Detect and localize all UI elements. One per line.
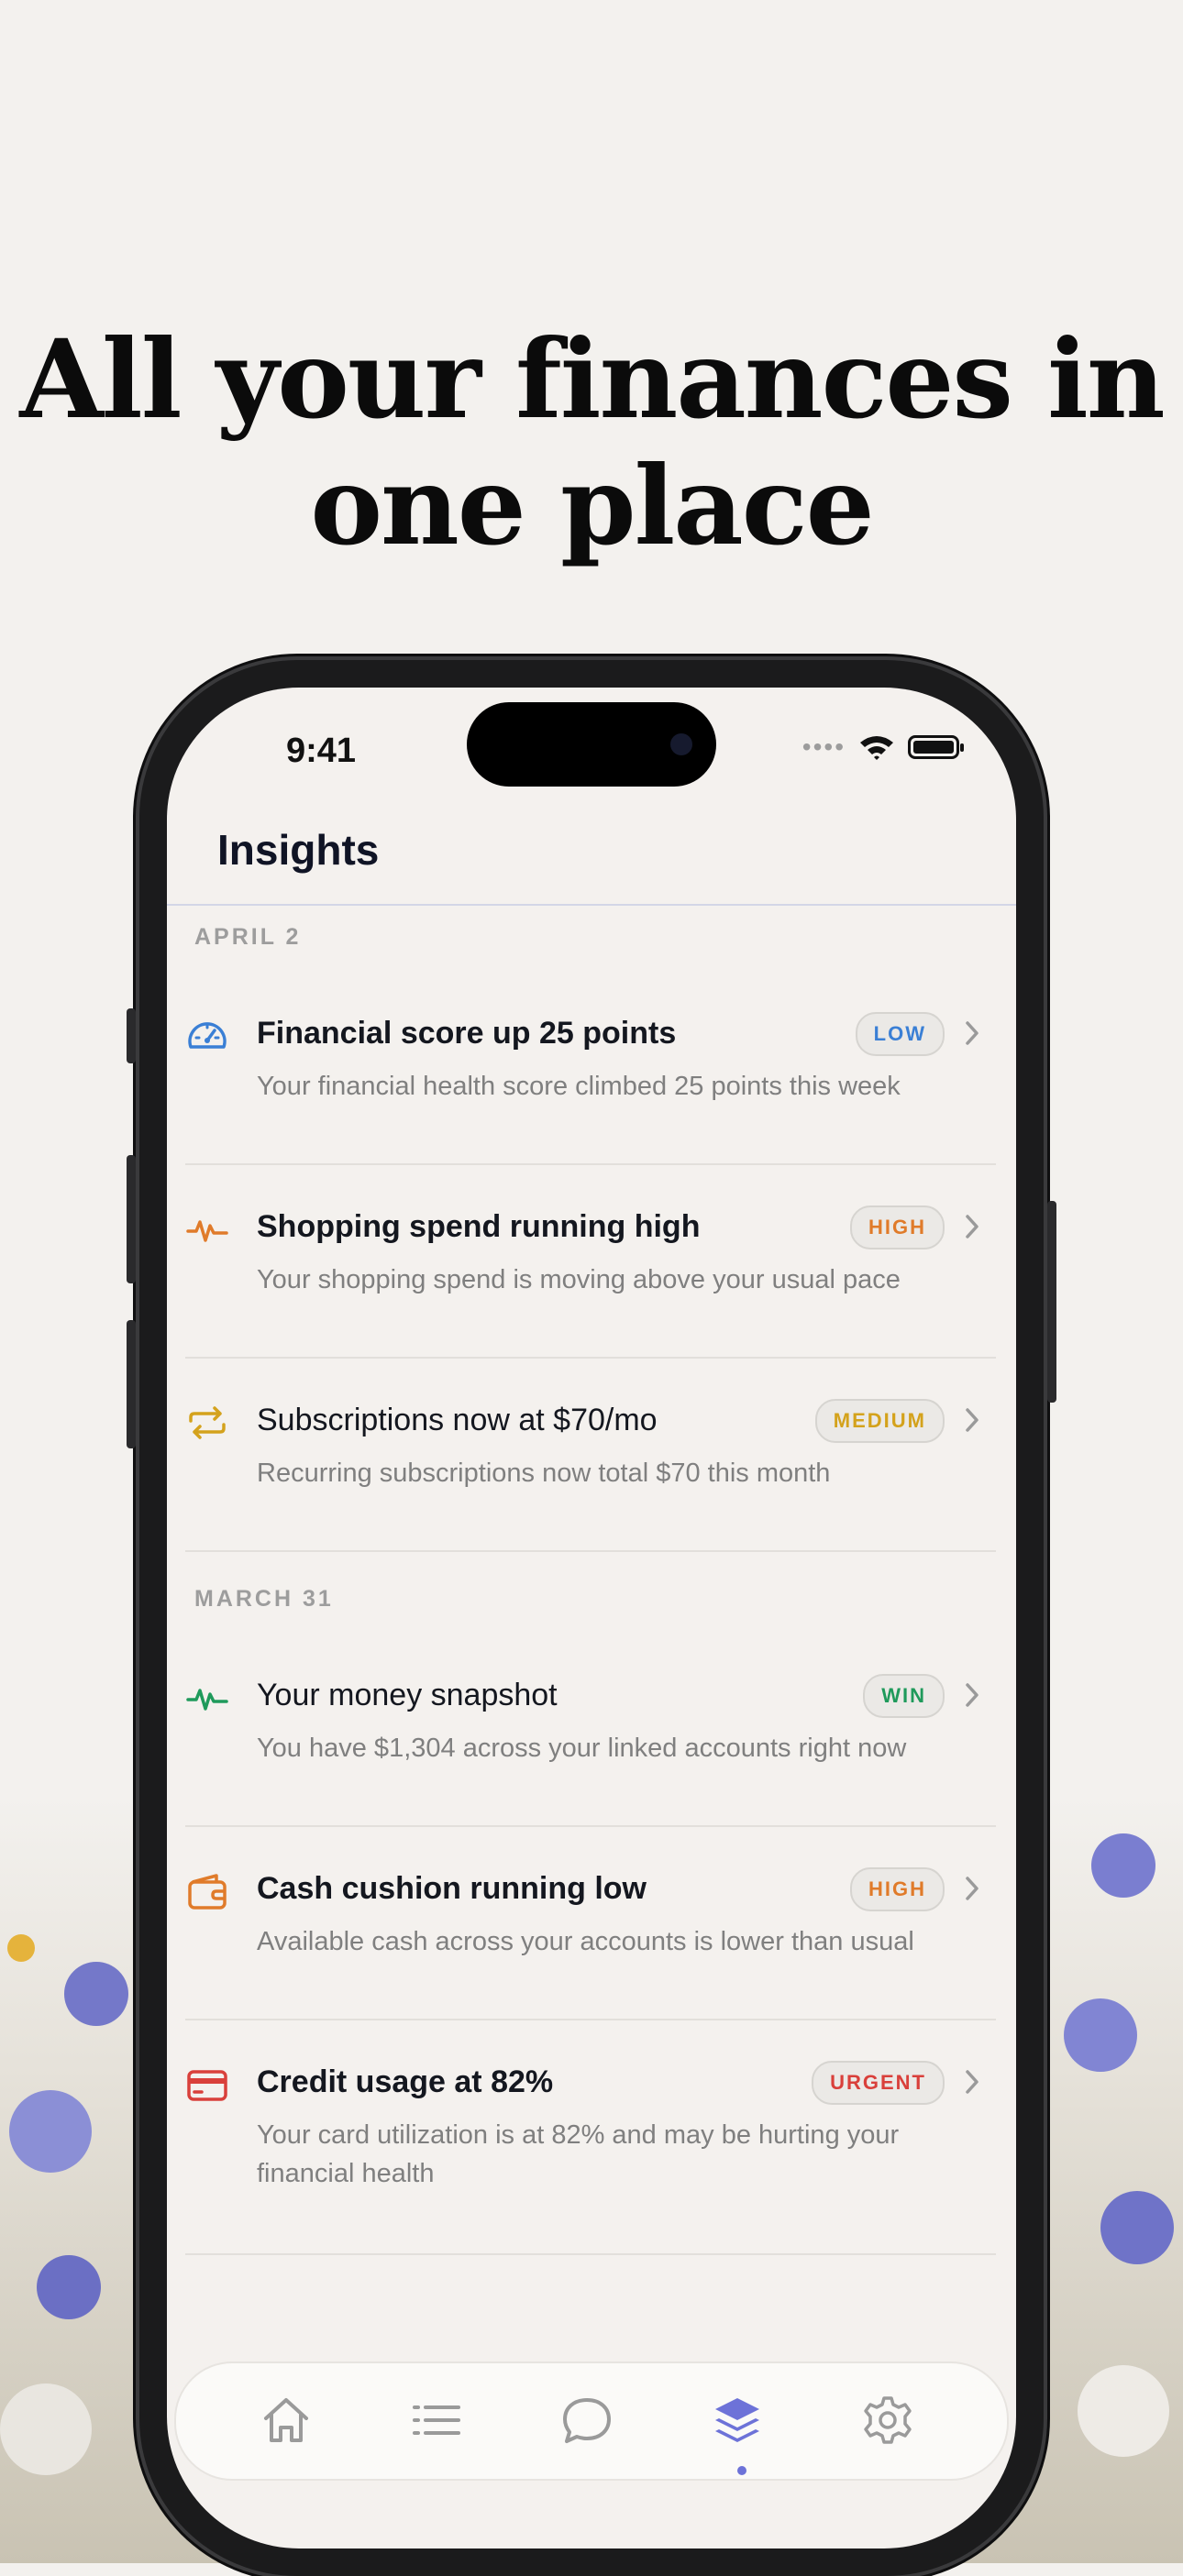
tab-bar (174, 2361, 1009, 2481)
dynamic-island (467, 702, 716, 787)
flower (9, 2090, 92, 2173)
priority-badge: HIGH (850, 1205, 945, 1249)
list-icon[interactable] (409, 2393, 464, 2448)
flower (1091, 1833, 1155, 1898)
insight-description: Your financial health score climbed 25 p… (257, 1072, 901, 1101)
home-icon[interactable] (259, 2393, 314, 2448)
gauge-icon (188, 1022, 227, 1049)
insight-row[interactable]: Cash cushion running low HIGH Available … (185, 1827, 996, 2020)
status-icons: •••• (802, 732, 964, 761)
wifi-icon (860, 736, 893, 760)
phone-screen: 9:41 •••• Insights APRIL 2 Financial sco… (167, 688, 1016, 2548)
insight-title: Financial score up 25 points (257, 1016, 677, 1051)
insight-title: Your money snapshot (257, 1678, 558, 1712)
priority-badge: HIGH (850, 1867, 945, 1911)
wallet-icon (188, 1874, 227, 1910)
insight-title: Credit usage at 82% (257, 2064, 554, 2099)
section-date: MARCH 31 (194, 1586, 334, 1612)
phone-frame: 9:41 •••• Insights APRIL 2 Financial sco… (127, 660, 1056, 2576)
volume-up-button (127, 1155, 136, 1283)
flower (7, 1934, 35, 1962)
signal-icon: •••• (802, 732, 846, 761)
insight-row[interactable]: Your money snapshot WIN You have $1,304 … (185, 1634, 996, 1827)
insight-description: Your shopping spend is moving above your… (257, 1265, 901, 1294)
power-button (1047, 1201, 1056, 1403)
insight-description: You have $1,304 across your linked accou… (257, 1734, 907, 1763)
priority-badge: WIN (863, 1674, 945, 1718)
credit-card-icon (187, 2070, 227, 2101)
headline: All your finances in one place (19, 315, 1165, 569)
flower (64, 1962, 128, 2026)
battery-icon (908, 735, 964, 759)
pulse-icon (186, 1689, 228, 1711)
side-button (127, 1008, 136, 1063)
chevron-right-icon (966, 1408, 978, 1432)
layers-icon[interactable] (710, 2393, 765, 2448)
chevron-right-icon (966, 1215, 978, 1238)
flower (37, 2255, 101, 2319)
insight-row[interactable]: Credit usage at 82% URGENT Your card uti… (185, 2020, 996, 2255)
insight-row[interactable]: Financial score up 25 points LOW Your fi… (185, 972, 996, 1165)
volume-down-button (127, 1320, 136, 1448)
chevron-right-icon (966, 1021, 978, 1045)
flower (1078, 2365, 1169, 2457)
priority-badge: MEDIUM (814, 1399, 945, 1443)
flower (0, 2383, 92, 2475)
gear-icon[interactable] (860, 2393, 915, 2448)
flower (1100, 2191, 1174, 2264)
repeat-icon (189, 1406, 226, 1439)
chevron-right-icon (966, 2070, 978, 2094)
status-time: 9:41 (286, 732, 357, 770)
activity-icon (186, 1220, 228, 1242)
insight-title: Cash cushion running low (257, 1871, 647, 1906)
insight-description: Recurring subscriptions now total $70 th… (257, 1459, 831, 1488)
active-tab-indicator (737, 2466, 746, 2475)
chevron-right-icon (966, 1683, 978, 1707)
priority-badge: URGENT (812, 2061, 945, 2105)
insight-title: Shopping spend running high (257, 1209, 701, 1244)
chevron-right-icon (966, 1877, 978, 1900)
insight-description: Your card utilization is at 82% and may … (257, 2120, 900, 2188)
camera-icon (670, 733, 692, 755)
insight-title: Subscriptions now at $70/mo (257, 1403, 658, 1437)
page-title: Insights (217, 826, 380, 874)
section-date: APRIL 2 (194, 924, 302, 950)
chat-icon[interactable] (559, 2393, 614, 2448)
insight-description: Available cash across your accounts is l… (257, 1927, 914, 1956)
flower (1064, 1998, 1137, 2072)
priority-badge: LOW (855, 1012, 945, 1056)
nav-divider (167, 904, 1016, 906)
insight-row[interactable]: Subscriptions now at $70/mo MEDIUM Recur… (185, 1359, 996, 1552)
insight-row[interactable]: Shopping spend running high HIGH Your sh… (185, 1165, 996, 1359)
